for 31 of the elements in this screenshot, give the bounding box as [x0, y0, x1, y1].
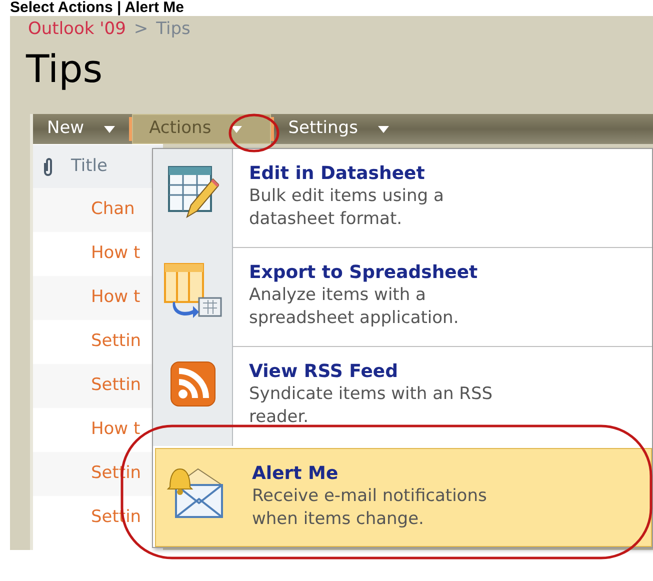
- caret-icon: [378, 126, 389, 132]
- menu-item-title: Edit in Datasheet: [249, 163, 426, 185]
- annotation-circle: [227, 112, 281, 154]
- page-title: Tips: [24, 46, 104, 92]
- menu-item-description: Syndicate items with an RSS reader.: [249, 383, 494, 429]
- list-item-link[interactable]: How t: [91, 417, 140, 443]
- menu-item[interactable]: Edit in Datasheet Bulk edit items using a datasheet format.: [153, 149, 652, 248]
- toolbar-menu-button[interactable]: Settings: [274, 114, 403, 144]
- breadcrumb-link[interactable]: Outlook '09: [28, 18, 126, 40]
- toolbar-menu-button[interactable]: New: [33, 114, 130, 144]
- toolbar-menu-button[interactable]: Actions: [132, 114, 272, 144]
- rss-icon: [170, 361, 216, 407]
- list-item-link[interactable]: Chan: [91, 197, 135, 223]
- list-item-link[interactable]: Settin: [91, 329, 142, 355]
- menu-item[interactable]: Export to Spreadsheet Analyze items with a spreadsheet application.: [153, 248, 652, 347]
- caret-icon: [104, 126, 116, 132]
- menu-item-description: Receive e-mail notifications when items change.: [252, 485, 488, 531]
- menu-item-title: Alert Me: [252, 463, 340, 485]
- menu-item-title: View RSS Feed: [249, 361, 400, 383]
- menu-item[interactable]: View RSS Feed Syndicate items with an RSS reader.: [153, 347, 652, 446]
- menu-item[interactable]: Alert Me Receive e-mail notifications when items change.: [155, 448, 652, 547]
- list-item-link[interactable]: How t: [91, 241, 140, 267]
- menu-item-description: Bulk edit items using a datasheet format.: [249, 185, 445, 231]
- menu-item-description: Analyze items with a spreadsheet application.: [249, 284, 460, 330]
- caption: Select Actions | Alert Me: [9, 0, 185, 16]
- breadcrumb-current: Tips: [156, 18, 190, 40]
- menu-item-title: Export to Spreadsheet: [249, 262, 479, 284]
- caret-icon: [231, 126, 242, 132]
- column-title[interactable]: Title: [71, 154, 108, 180]
- breadcrumb-separator: >: [134, 18, 148, 40]
- paperclip-icon: [43, 158, 53, 176]
